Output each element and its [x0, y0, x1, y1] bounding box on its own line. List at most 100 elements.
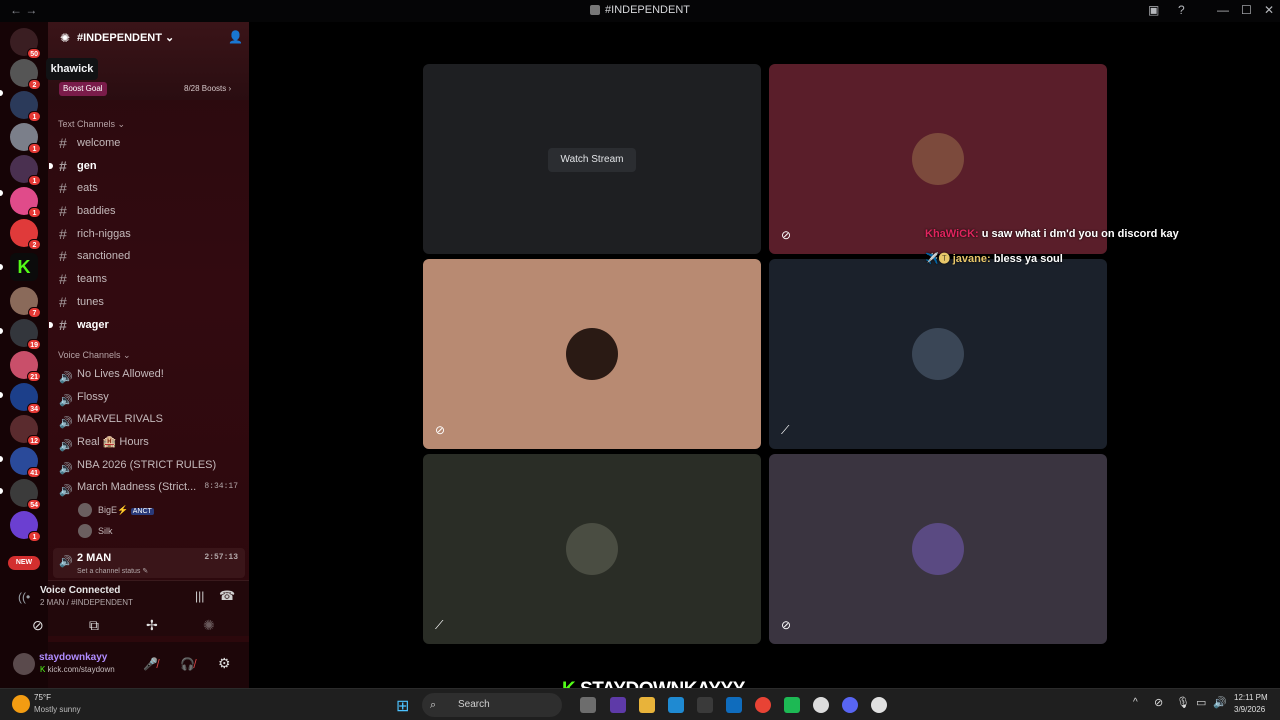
pencil-icon: ✎: [142, 568, 149, 575]
minimize-icon[interactable]: —: [1217, 3, 1229, 17]
taskbar-search[interactable]: ⌕ Search: [422, 693, 562, 717]
task-view-icon[interactable]: [580, 697, 596, 713]
discord-taskbar-icon[interactable]: [842, 697, 858, 713]
deafen-icon[interactable]: 🎧̸: [180, 657, 195, 671]
server-item[interactable]: 7: [10, 287, 41, 318]
participant-tile[interactable]: ⊘: [769, 64, 1107, 254]
voice-channels-category[interactable]: Voice Channels ⌄: [58, 350, 131, 361]
server-item[interactable]: 54: [10, 479, 41, 510]
microphone-icon[interactable]: 🎙: [1176, 696, 1190, 709]
avatar: [78, 524, 92, 538]
voice-user[interactable]: Silk: [78, 522, 198, 540]
noise-suppression-icon[interactable]: |||: [195, 589, 204, 603]
server-item[interactable]: 34: [10, 383, 41, 414]
weather-desc[interactable]: Mostly sunny: [34, 705, 81, 714]
channel-baddies[interactable]: # baddies: [59, 201, 244, 221]
maximize-icon[interactable]: ☐: [1241, 3, 1252, 17]
boost-goal-label[interactable]: Boost Goal: [59, 82, 107, 96]
app-icon[interactable]: [784, 697, 800, 713]
participant-tile[interactable]: ⟋: [423, 454, 761, 644]
server-item[interactable]: 1: [10, 123, 41, 154]
server-item[interactable]: 19: [10, 319, 41, 350]
muted-icon: ⟋: [435, 618, 444, 632]
channel-status-button[interactable]: Set a channel status ✎: [77, 567, 148, 575]
activities-icon[interactable]: ✢: [146, 617, 158, 634]
chevron-down-icon: ⌄: [165, 32, 175, 44]
username[interactable]: staydownkayy: [39, 652, 107, 663]
outlook-icon[interactable]: [726, 697, 742, 713]
chrome-icon[interactable]: [755, 697, 771, 713]
volume-icon[interactable]: 🔊: [1213, 696, 1227, 709]
help-icon[interactable]: ?: [1178, 3, 1185, 17]
server-khawick[interactable]: 2: [10, 59, 41, 90]
channel-sanctioned[interactable]: # sanctioned: [59, 246, 244, 266]
participant-tile[interactable]: ⟋: [769, 259, 1107, 449]
camera-off-icon[interactable]: ⊘: [32, 617, 44, 634]
soundboard-icon[interactable]: ✺: [203, 617, 215, 634]
server-name-header[interactable]: #INDEPENDENT ⌄: [77, 31, 174, 44]
speaker-icon: 🔊: [59, 417, 73, 429]
weather-icon[interactable]: [12, 695, 30, 713]
screen-share-icon[interactable]: ⧉: [89, 617, 99, 634]
voice-channel-2-man[interactable]: 🔊 2 MAN 2:57:13: [59, 548, 244, 568]
channel-rich-niggas[interactable]: # rich-niggas: [59, 224, 244, 244]
signal-icon[interactable]: ((•: [18, 590, 30, 604]
text-channels-category[interactable]: Text Channels ⌄: [58, 119, 125, 130]
deafened-icon: ⊘: [781, 618, 792, 632]
channel-eats[interactable]: # eats: [59, 178, 244, 198]
server-item[interactable]: 21: [10, 351, 41, 382]
avatar: [912, 328, 964, 380]
voice-channel-nba[interactable]: 🔊 NBA 2026 (STRICT RULES): [59, 455, 244, 475]
tray-chevron-icon[interactable]: ^: [1133, 697, 1138, 708]
voice-channel-marvel[interactable]: 🔊 MARVEL RIVALS: [59, 409, 244, 429]
app-icon[interactable]: [871, 697, 887, 713]
channel-teams[interactable]: # teams: [59, 269, 244, 289]
boost-count[interactable]: 8/28 Boosts ›: [184, 84, 231, 93]
channel-gen[interactable]: # gen: [49, 156, 244, 176]
avatar[interactable]: [13, 653, 35, 675]
server-item[interactable]: 1: [10, 91, 41, 122]
windows-start-icon[interactable]: ⊞: [396, 696, 409, 716]
new-badge[interactable]: NEW: [8, 556, 40, 570]
file-explorer-icon[interactable]: [639, 697, 655, 713]
unread-badge: 50: [27, 48, 41, 59]
participant-tile[interactable]: ⊘: [423, 259, 761, 449]
settings-gear-icon[interactable]: ⚙: [218, 655, 231, 672]
server-kick[interactable]: K: [10, 253, 38, 281]
display-icon[interactable]: ▭: [1196, 696, 1206, 709]
close-icon[interactable]: ✕: [1264, 3, 1274, 17]
watch-stream-button[interactable]: Watch Stream: [548, 148, 636, 172]
voice-location[interactable]: 2 MAN / #INDEPENDENT: [40, 598, 133, 607]
server-item[interactable]: 1: [10, 511, 41, 542]
app-icon[interactable]: [610, 697, 626, 713]
voice-channel-real-hours[interactable]: 🔊 Real 🏨 Hours: [59, 432, 244, 452]
channel-wager[interactable]: # wager: [49, 315, 244, 335]
server-item[interactable]: 41: [10, 447, 41, 478]
voice-channel-flossy[interactable]: 🔊 Flossy: [59, 387, 244, 407]
mute-icon[interactable]: 🎤̸: [143, 657, 158, 671]
obs-icon[interactable]: [813, 697, 829, 713]
store-icon[interactable]: [697, 697, 713, 713]
inbox-icon[interactable]: ▣: [1148, 3, 1159, 17]
voice-user[interactable]: BigE⚡ ANCT: [78, 501, 198, 519]
voice-channel-no-lives[interactable]: 🔊 No Lives Allowed!: [59, 364, 244, 384]
edge-icon[interactable]: [668, 697, 684, 713]
voice-channel-march-madness[interactable]: 🔊 March Madness (Strict... 8:34:17: [59, 477, 244, 497]
clock-date[interactable]: 3/9/2026: [1234, 705, 1265, 714]
channel-tunes[interactable]: # tunes: [59, 292, 244, 312]
server-item[interactable]: 1: [10, 155, 41, 186]
disconnect-icon[interactable]: ☎: [219, 588, 235, 604]
server-item[interactable]: 1: [10, 187, 41, 218]
stream-tile[interactable]: Watch Stream: [423, 64, 761, 254]
server-item[interactable]: 2: [10, 219, 41, 250]
user-status: K kick.com/staydown: [40, 665, 115, 674]
clock-time[interactable]: 12:11 PM: [1234, 693, 1268, 702]
server-item[interactable]: 12: [10, 415, 41, 446]
window-title: #INDEPENDENT: [0, 4, 1280, 16]
home-button[interactable]: 50: [10, 28, 41, 59]
tray-icon[interactable]: ⊘: [1154, 696, 1163, 709]
add-member-icon[interactable]: 👤: [228, 30, 243, 44]
participant-tile[interactable]: ⊘: [769, 454, 1107, 644]
channel-welcome[interactable]: # welcome: [59, 133, 244, 153]
weather-temp[interactable]: 75°F: [34, 693, 51, 702]
